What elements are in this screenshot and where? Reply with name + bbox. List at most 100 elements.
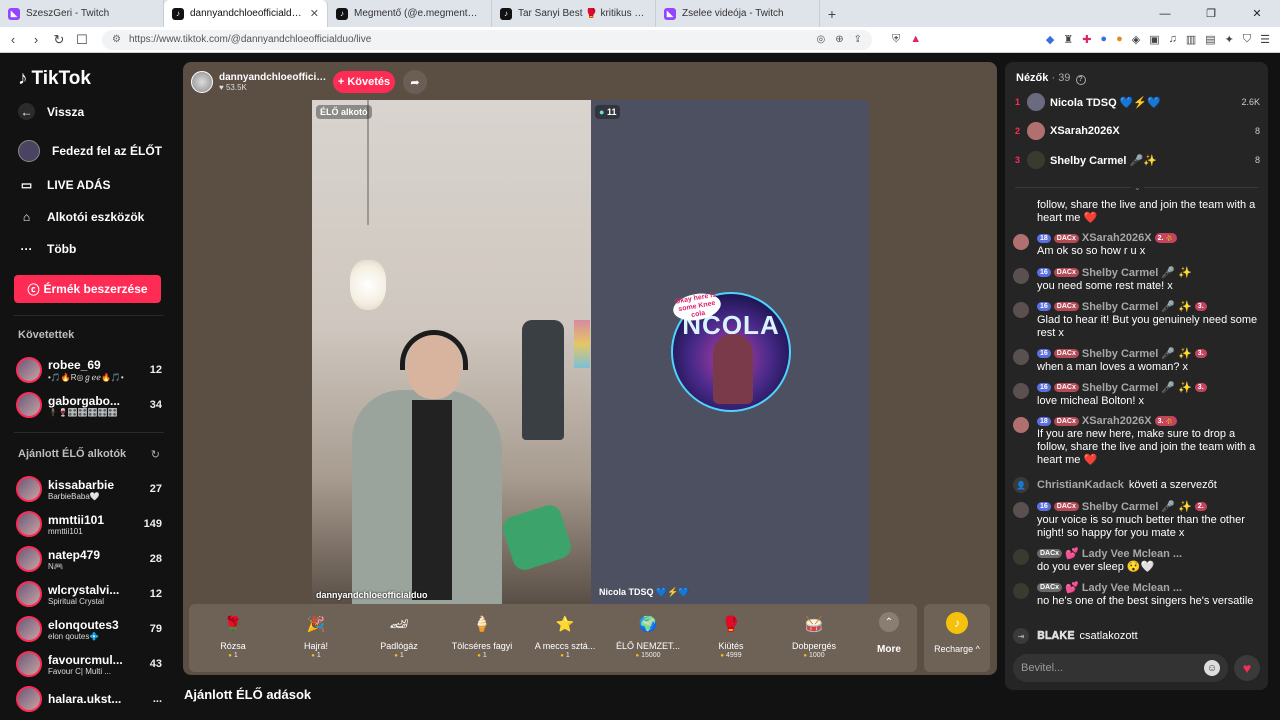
top-viewer[interactable]: 3 Shelby Carmel 🎤✨ 8 <box>1015 149 1260 171</box>
chat-panel: Nézők · 39 ? 1 Nicola TDSQ 💙⚡💙 2.6K 2 XSara… <box>1005 62 1268 690</box>
sidebar-icon[interactable]: ▥ <box>1186 33 1196 46</box>
coin-icon: ⓒ <box>27 282 40 297</box>
following-account[interactable]: robee_69 •🎵🔥R◎ℊℯℯ🔥🎵• 12 <box>16 354 162 386</box>
puzzle-icon[interactable]: ✦ <box>1225 33 1234 46</box>
host-likes: ♥ 53.5K <box>219 83 247 92</box>
following-account[interactable]: gaborgabo... 🕴️🍷🎛️🎛️🎛️🎛️🎛️ 34 <box>16 389 162 421</box>
back-link[interactable]: ← Vissza <box>18 103 84 120</box>
chat-message[interactable]: 16 DACx Shelby Carmel 🎤 ✨ you need some res… <box>1013 266 1261 293</box>
extension-icon[interactable]: ♜ <box>1063 33 1073 46</box>
more-link[interactable]: ··· Több <box>18 240 77 257</box>
gift-item[interactable]: 🥁Dobpergés1000 <box>774 610 854 670</box>
new-tab-button[interactable]: + <box>820 6 844 22</box>
chat-message[interactable]: DACx 💕 Lady Vee Mclean ... no he's one of … <box>1013 581 1261 608</box>
wallet-icon[interactable]: ▤ <box>1205 33 1215 46</box>
top-viewer[interactable]: 2 XSarah2026X 8 <box>1015 120 1260 142</box>
viewers-header[interactable]: Nézők · 39 ? <box>1016 72 1086 85</box>
music-icon[interactable]: ♫ <box>1169 33 1177 46</box>
cast-icon[interactable]: ◎ <box>816 34 825 45</box>
follow-button[interactable]: + Követés <box>333 71 395 93</box>
emoji-icon[interactable]: ☺ <box>1204 660 1220 676</box>
forward-icon[interactable]: › <box>26 32 46 47</box>
recharge-button[interactable]: ♪ Recharge ^ <box>924 604 990 672</box>
recommended-account[interactable]: favourcmul... Favour C| Multi ... 43 <box>16 648 162 680</box>
guest-name[interactable]: Nicola TDSQ 💙⚡💙 <box>599 587 690 598</box>
live-broadcast-link[interactable]: ▭ LIVE ADÁS <box>18 176 111 193</box>
site-info-icon[interactable]: ⚙ <box>112 34 121 45</box>
tiktok-logo[interactable]: ♪ TikTok <box>18 68 91 90</box>
recommended-account[interactable]: elonqoutes3 elon qoutes💠 79 <box>16 613 162 645</box>
gift-item[interactable]: 🌍ÉLŐ NEMZET...15000 <box>608 610 688 670</box>
camera-icon: ▭ <box>20 177 33 192</box>
creator-tools-link[interactable]: ⌂ Alkotói eszközök <box>18 208 144 225</box>
chat-message[interactable]: 16 DACx Shelby Carmel 🎤 ✨ 3. when a man love… <box>1013 347 1261 374</box>
gift-item[interactable]: 🥊Kiütés4999 <box>691 610 771 670</box>
host-avatar[interactable] <box>191 71 213 93</box>
explore-live-link[interactable]: Fedezd fel az ÉLŐT <box>18 140 162 162</box>
zoom-icon[interactable]: ⊕ <box>835 34 843 45</box>
host-name[interactable]: dannyandchloeofficiald... <box>219 72 327 83</box>
recommended-account[interactable]: kissabarbie BarbieBaba🤍 27 <box>16 473 162 505</box>
close-window-icon[interactable]: ✕ <box>1234 0 1280 27</box>
extension-icon[interactable]: ● <box>1116 33 1123 46</box>
browser-tab[interactable]: ♪Tar Sanyi Best 🥊 kritikus 🎒 (@szop <box>492 0 656 27</box>
shield-icon[interactable]: ⛨ <box>892 33 900 46</box>
guest-camera[interactable]: ● 11 NCOLA Okay here is some Knee cola N… <box>591 100 869 604</box>
minimize-icon[interactable]: — <box>1142 0 1188 27</box>
extension-icon[interactable]: ✚ <box>1082 33 1091 46</box>
avatar <box>1013 383 1029 399</box>
vpn-icon[interactable]: ⛉ <box>1243 33 1251 46</box>
chat-message[interactable]: 18 DACx XSarah2026X 2. ⛹ Am ok so so how r u… <box>1013 232 1261 258</box>
reload-icon[interactable]: ↻ <box>49 32 69 48</box>
window-controls: — ❐ ✕ <box>1142 0 1280 27</box>
restore-icon[interactable]: ❐ <box>1188 0 1234 27</box>
recommended-account[interactable]: wlcrystalvi... Spiritual Crystal 12 <box>16 578 162 610</box>
chevron-down-icon[interactable]: ⌄ <box>1131 183 1144 192</box>
top-viewer[interactable]: 1 Nicola TDSQ 💙⚡💙 2.6K <box>1015 91 1260 113</box>
avatar <box>16 511 42 537</box>
back-icon[interactable]: ‹ <box>3 32 23 47</box>
chat-message[interactable]: 16 DACx Shelby Carmel 🎤 ✨ 3. love micheal Bo… <box>1013 381 1261 408</box>
share-icon[interactable]: ➦ <box>403 70 427 94</box>
close-tab-icon[interactable]: ✕ <box>310 7 319 20</box>
bookmark-icon[interactable]: ☐ <box>72 32 92 48</box>
browser-tab-active[interactable]: ♪dannyandchloeofficialduo (@da✕ <box>164 0 328 27</box>
chat-message[interactable]: 16 DACx Shelby Carmel 🎤 ✨ 3. Glad to hear it… <box>1013 300 1261 340</box>
avatar <box>1013 502 1029 518</box>
menu-icon[interactable]: ☰ <box>1260 33 1270 46</box>
recommended-account[interactable]: natep479 N🎮 28 <box>16 543 162 575</box>
host-camera[interactable]: ÉLŐ alkotó dannyandchloeofficialduo <box>312 100 591 604</box>
extension-icon[interactable]: ● <box>1100 33 1107 46</box>
gift-item[interactable]: 🏎Padlógáz1 <box>359 610 439 670</box>
gift-item[interactable]: 🍦Tölcséres fagyi1 <box>442 610 522 670</box>
tiktok-icon: ♪ <box>172 7 184 20</box>
chat-input[interactable]: Bevitel... ☺ <box>1013 654 1228 682</box>
more-gifts-button[interactable]: ⌃ More <box>867 612 911 655</box>
extension-icon[interactable]: ◈ <box>1132 33 1140 46</box>
browser-tab[interactable]: ◣ SzeszGeri - Twitch <box>0 0 164 27</box>
browser-tab[interactable]: ♪Megmentő (@e.megmento) ÉLŐ adás <box>328 0 492 27</box>
triangle-icon[interactable]: ▲ <box>910 33 921 46</box>
extension-icon[interactable]: ▣ <box>1149 33 1159 46</box>
chat-message[interactable]: 18 DACx XSarah2026X 3. ⛹ If you are new here… <box>1013 415 1261 467</box>
browser-tab[interactable]: ◣ Zselee videója - Twitch <box>656 0 820 27</box>
user-icon: 👤 <box>1013 477 1029 493</box>
gift-item[interactable]: ⭐A meccs sztá...1 <box>525 610 605 670</box>
help-icon[interactable]: ? <box>1075 75 1086 85</box>
pillow <box>499 502 575 573</box>
gift-item[interactable]: 🌹Rózsa1 <box>193 610 273 670</box>
extension-icon[interactable]: ◆ <box>1046 33 1054 46</box>
get-coins-button[interactable]: ⓒ Érmék beszerzése <box>14 275 161 303</box>
twitch-icon: ◣ <box>8 7 20 20</box>
tiktok-note-icon: ♪ <box>18 68 28 89</box>
recommended-account[interactable]: mmttii101 mmttii101 149 <box>16 508 162 540</box>
gift-item[interactable]: 🎉Hajrá!1 <box>276 610 356 670</box>
share-icon[interactable]: ⇪ <box>854 34 862 45</box>
chat-message[interactable]: 16 DACx Shelby Carmel 🎤 ✨ 2. your voice is s… <box>1013 500 1261 540</box>
rose-icon: 🌹 <box>223 616 243 633</box>
chat-message[interactable]: DACx 💕 Lady Vee Mclean ... do you ever sle… <box>1013 547 1261 574</box>
recommended-account[interactable]: halara.ukst...... <box>16 683 162 715</box>
refresh-icon[interactable]: ↻ <box>151 448 160 461</box>
url-field[interactable]: ⚙ https://www.tiktok.com/@dannyandchloeo… <box>102 29 872 50</box>
heart-icon[interactable]: ♥ <box>1234 655 1260 681</box>
